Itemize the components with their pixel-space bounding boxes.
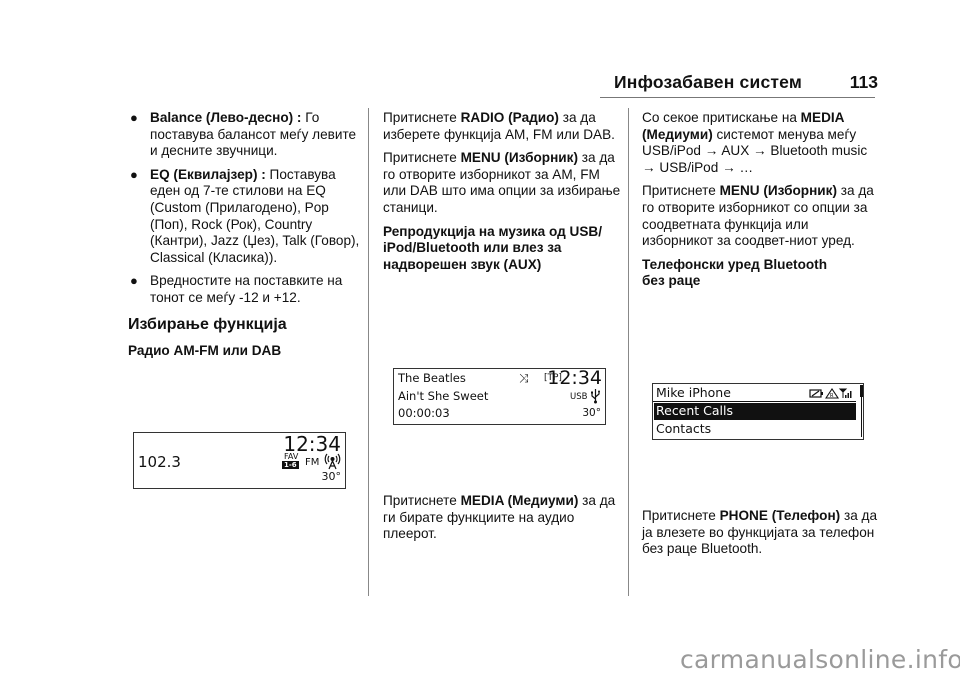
menu-item-label: Contacts [656,421,712,436]
media-display: The Beatles Ain't She Sweet 00:00:03 ⤨ [… [393,367,606,425]
button-reference: MENU (Изборник) [719,183,837,199]
page-number: 113 [849,72,878,92]
text: Притиснете [383,150,461,166]
battery-icon [809,389,823,398]
source-label: USB [570,392,588,402]
text: Притиснете [383,493,461,508]
text: Притиснете [383,110,461,125]
antenna-icon [324,453,341,470]
svg-text:R: R [830,393,834,399]
paragraph: Притиснете MENU (Изборник) за да го отво… [642,183,882,249]
column-2: Притиснете RADIO (Радио) за да изберете … [383,110,623,280]
bullet-term: Balance (Лево-десно) : [150,110,302,125]
status-icons: R [809,388,852,399]
menu-item-label: Recent Calls [656,403,734,418]
column-3: Со секое притискање на MEDIA (Медиуми) с… [642,110,882,297]
artist: The Beatles [398,371,466,385]
bullet-icon: ● [130,110,138,125]
bullet-item: ● EQ (Еквилајзер) : Поставува еден од 7-… [128,167,360,267]
text: Притиснете [642,183,720,199]
paragraph: Притиснете PHONE (Телефон) за да ја влез… [642,508,882,558]
button-reference: PHONE (Телефон) [719,508,841,523]
bullet-item: ● Balance (Лево-десно) : Го поставува ба… [128,110,360,160]
fav-range-badge: 1-6 [282,461,299,469]
radio-display: 102.3 12:34 FAV 1-6 FM 30° [133,432,346,489]
device-name: Mike iPhone [656,385,731,400]
text: Притиснете [642,508,720,523]
column-divider [628,108,629,596]
column-3-bottom: Притиснете PHONE (Телефон) за да ја влез… [642,508,882,565]
frequency: 102.3 [138,453,181,471]
column-2-bottom: Притиснете MEDIA (Медиуми) за да ги бира… [383,493,623,550]
column-divider [368,108,369,596]
track-title: Ain't She Sweet [398,389,489,403]
subheading: Телефонски уред Bluetooth без раце [642,256,828,289]
button-reference: MEDIA (Медиуми) [460,493,579,508]
phone-display: Mike iPhone R Recent Calls Contacts [652,383,864,440]
clock: 12:34 [547,367,602,389]
bullet-icon: ● [130,166,138,182]
button-reference: RADIO (Радио) [460,110,559,125]
header-title: Инфозабавен систем [614,72,802,92]
button-reference: MENU (Изборник) [460,150,578,166]
menu-item-contacts[interactable]: Contacts [654,421,856,438]
bullet-item: ● Вредностите на поставките на тонот се … [128,273,360,306]
divider [653,401,856,402]
bullet-text: Вредностите на поставките на тонот се ме… [150,273,343,305]
shuffle-icon: ⤨ [519,371,529,385]
column-1: ● Balance (Лево-десно) : Го поставува ба… [128,110,360,367]
temperature: 30° [321,470,342,483]
band-label: FM [305,457,320,468]
text: Со секое притискање на [642,110,801,125]
paragraph: Притиснете RADIO (Радио) за да изберете … [383,110,623,143]
bullet-term: EQ (Еквилајзер) : [150,166,266,182]
elapsed-time: 00:00:03 [398,406,450,420]
paragraph: Притиснете MENU (Изборник) за да го отво… [383,150,623,216]
fav-label: FAV [284,452,299,461]
roaming-icon: R [824,388,840,399]
menu-item-recent-calls[interactable]: Recent Calls [654,403,856,420]
paragraph: Со секое притискање на MEDIA (Медиуми) с… [642,110,882,176]
usb-icon [591,389,600,404]
section-heading: Избирање функција [128,315,287,333]
header-rule [600,97,875,98]
scrollbar-thumb[interactable] [859,385,863,397]
paragraph: Притиснете MEDIA (Медиуми) за да ги бира… [383,493,623,543]
subheading: Репродукција на музика од USB/ iPod/Blue… [383,223,602,272]
subheading: Радио AM-FM или DAB [128,343,282,359]
bullet-icon: ● [130,273,138,289]
watermark: carmanualsonline.info [680,645,960,674]
signal-strength-icon [838,388,852,398]
temperature: 30° [582,407,601,419]
